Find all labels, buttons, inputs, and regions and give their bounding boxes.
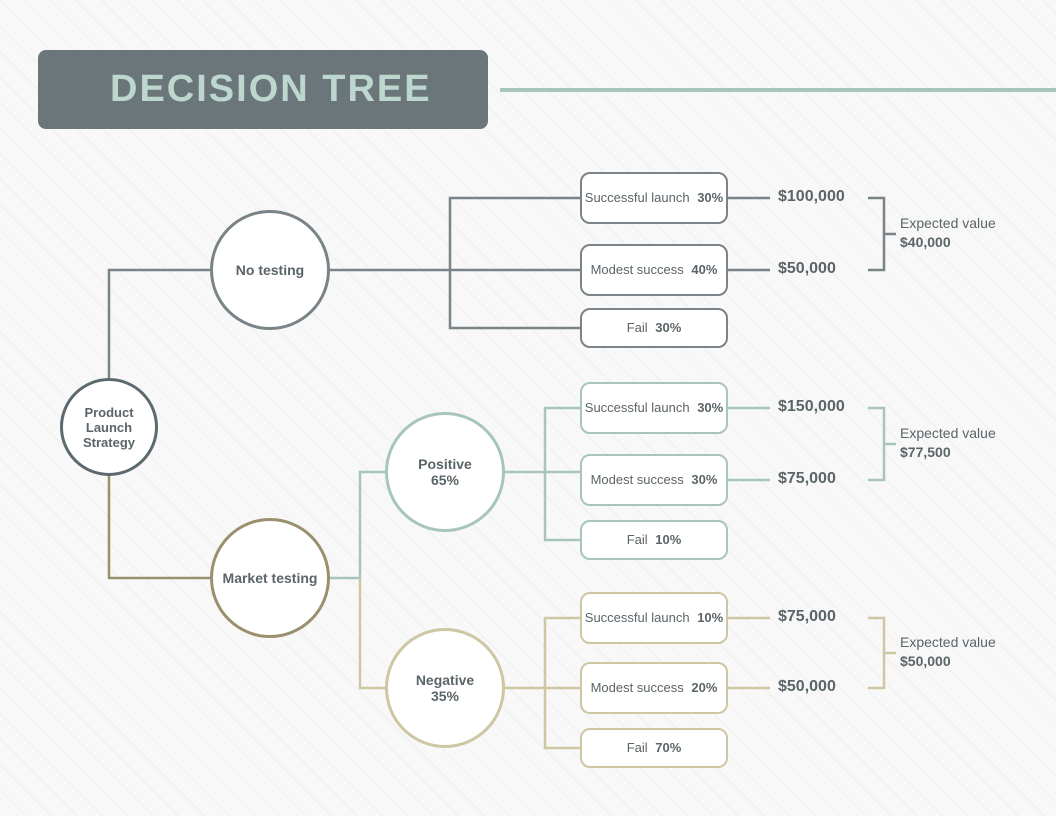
outcome-pill: Fail 30% xyxy=(580,308,728,348)
negative-pct: 35% xyxy=(416,688,474,704)
ev-label: Expected value xyxy=(900,425,996,441)
outcome-pct: 30% xyxy=(655,320,681,335)
ev-amount: $40,000 xyxy=(900,234,951,250)
ev-label: Expected value xyxy=(900,215,996,231)
root-node: Product Launch Strategy xyxy=(60,378,158,476)
outcome-pill: Modest success 30% xyxy=(580,454,728,506)
outcome-pct: 40% xyxy=(691,262,717,277)
outcome-name: Fail xyxy=(627,740,648,755)
outcome-pill: Fail 70% xyxy=(580,728,728,768)
outcome-pct: 30% xyxy=(697,400,723,415)
outcome-pill: Modest success 20% xyxy=(580,662,728,714)
outcome-value: $75,000 xyxy=(778,608,836,626)
ev-amount: $77,500 xyxy=(900,444,951,460)
outcome-value: $50,000 xyxy=(778,260,836,278)
outcome-pct: 10% xyxy=(697,610,723,625)
outcome-pct: 20% xyxy=(691,680,717,695)
outcome-name: Modest success xyxy=(591,262,684,277)
outcome-name: Successful launch xyxy=(585,400,690,415)
negative-node: Negative 35% xyxy=(385,628,505,748)
negative-label: Negative xyxy=(416,672,474,688)
no-testing-label: No testing xyxy=(236,262,304,278)
outcome-pct: 70% xyxy=(655,740,681,755)
outcome-pill: Successful launch 30% xyxy=(580,172,728,224)
outcome-pct: 10% xyxy=(655,532,681,547)
outcome-pill: Fail 10% xyxy=(580,520,728,560)
outcome-name: Fail xyxy=(627,320,648,335)
outcome-name: Fail xyxy=(627,532,648,547)
positive-label: Positive xyxy=(418,456,472,472)
positive-node: Positive 65% xyxy=(385,412,505,532)
outcome-pct: 30% xyxy=(697,190,723,205)
ev-amount: $50,000 xyxy=(900,653,951,669)
market-testing-label: Market testing xyxy=(223,570,318,586)
outcome-pill: Successful launch 10% xyxy=(580,592,728,644)
outcome-name: Modest success xyxy=(591,680,684,695)
positive-pct: 65% xyxy=(418,472,472,488)
expected-value: Expected value $40,000 xyxy=(900,214,996,252)
outcome-value: $100,000 xyxy=(778,188,845,206)
outcome-pill: Successful launch 30% xyxy=(580,382,728,434)
expected-value: Expected value $77,500 xyxy=(900,424,996,462)
outcome-name: Successful launch xyxy=(585,610,690,625)
outcome-value: $50,000 xyxy=(778,678,836,696)
outcome-value: $150,000 xyxy=(778,398,845,416)
market-testing-node: Market testing xyxy=(210,518,330,638)
outcome-name: Successful launch xyxy=(585,190,690,205)
expected-value: Expected value $50,000 xyxy=(900,633,996,671)
ev-label: Expected value xyxy=(900,634,996,650)
no-testing-node: No testing xyxy=(210,210,330,330)
page-title: DECISION TREE xyxy=(38,50,488,129)
outcome-pill: Modest success 40% xyxy=(580,244,728,296)
outcome-name: Modest success xyxy=(591,472,684,487)
outcome-pct: 30% xyxy=(691,472,717,487)
outcome-value: $75,000 xyxy=(778,470,836,488)
root-label: Product Launch Strategy xyxy=(63,405,155,450)
